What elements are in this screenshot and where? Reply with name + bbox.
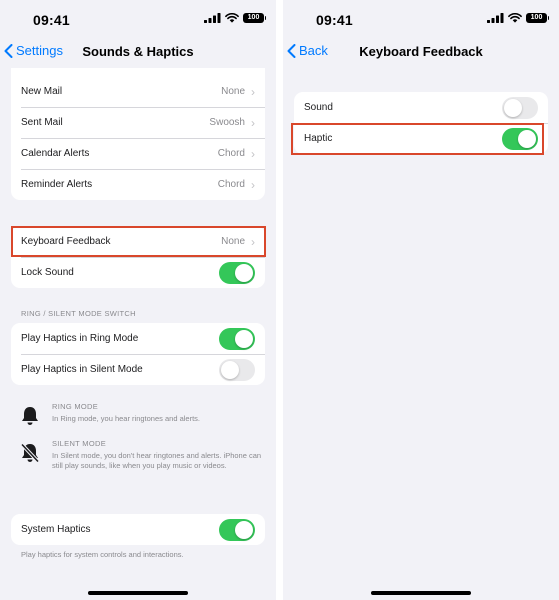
status-bar: 09:41 100 [283,0,559,36]
system-haptics-group: System Haptics [11,514,265,545]
home-indicator [371,591,471,595]
status-time: 09:41 [33,12,70,28]
reminder-alerts-row[interactable]: Reminder Alerts Chord › [11,169,265,200]
battery-icon: 100 [526,13,549,23]
ring-mode-body: In Ring mode, you hear ringtones and ale… [52,414,201,423]
keyboard-lock-group: Keyboard Feedback None › Lock Sound [11,226,265,288]
wifi-icon [225,13,239,23]
bell-slash-icon [20,443,40,463]
alert-sounds-group: New Mail None › Sent Mail Swoosh › Calendar … [11,68,265,200]
keyboard-feedback-row[interactable]: Keyboard Feedback None › [11,226,265,257]
haptics-mode-group: Play Haptics in Ring Mode Play Haptics i… [11,323,265,385]
cellular-signal-icon [487,13,504,23]
home-indicator [88,591,188,595]
sounds-haptics-screen: 09:41 100 Settings Sounds & Haptics New … [0,0,276,600]
system-haptics-row: System Haptics [11,514,265,545]
silent-mode-info: SILENT MODE In Silent mode, you don't he… [18,439,264,471]
silent-mode-body: In Silent mode, you don't hear ringtones… [52,451,262,471]
sent-mail-row[interactable]: Sent Mail Swoosh › [11,107,265,138]
wifi-icon [508,13,522,23]
system-haptics-footer: Play haptics for system controls and int… [21,550,184,559]
haptics-silent-row: Play Haptics in Silent Mode [11,354,265,385]
haptics-silent-toggle[interactable] [219,358,255,381]
nav-bar: Back Keyboard Feedback [283,36,559,68]
new-mail-row[interactable]: New Mail None › [11,76,265,107]
bell-icon [22,407,38,425]
page-title: Sounds & Haptics [82,44,194,59]
haptic-row: Haptic [294,123,548,154]
chevron-right-icon: › [251,84,255,99]
chevron-right-icon: › [251,234,255,249]
chevron-right-icon: › [251,146,255,161]
ring-mode-title: RING MODE [52,402,99,411]
sound-toggle[interactable] [502,96,538,119]
haptic-toggle[interactable] [502,127,538,150]
battery-icon: 100 [243,13,266,23]
lock-sound-toggle[interactable] [219,261,255,284]
nav-bar: Settings Sounds & Haptics [0,36,276,68]
silent-mode-title: SILENT MODE [52,439,107,448]
status-time: 09:41 [316,12,353,28]
chevron-right-icon: › [251,177,255,192]
calendar-alerts-row[interactable]: Calendar Alerts Chord › [11,138,265,169]
feedback-options-group: Sound Haptic [294,92,548,154]
system-haptics-toggle[interactable] [219,518,255,541]
ring-silent-section-header: RING / SILENT MODE SWITCH [21,309,136,318]
status-bar: 09:41 100 [0,0,276,36]
ring-mode-info: RING MODE In Ring mode, you hear rington… [18,402,264,427]
haptics-ring-toggle[interactable] [219,327,255,350]
cellular-signal-icon [204,13,221,23]
lock-sound-row: Lock Sound [11,257,265,288]
page-title: Keyboard Feedback [359,44,483,59]
haptics-ring-row: Play Haptics in Ring Mode [11,323,265,354]
sound-row: Sound [294,92,548,123]
keyboard-feedback-screen: 09:41 100 Back Keyboard Feedback Sound H… [283,0,559,600]
chevron-right-icon: › [251,115,255,130]
